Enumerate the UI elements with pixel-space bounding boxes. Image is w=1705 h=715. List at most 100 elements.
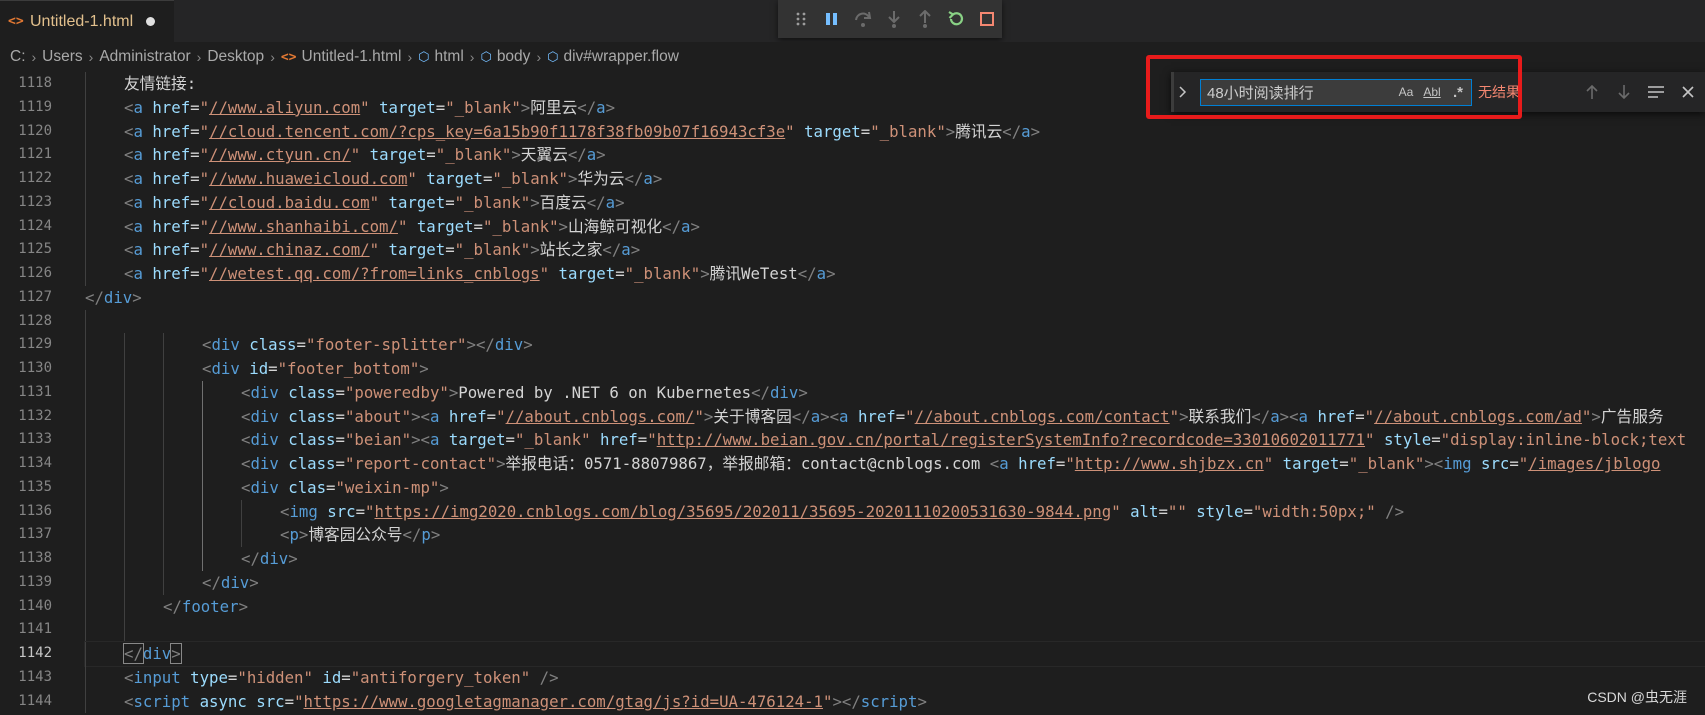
indent-guide bbox=[241, 499, 242, 524]
indent-guide bbox=[163, 333, 164, 357]
code-token: a bbox=[810, 406, 821, 426]
line-number: 1136 bbox=[18, 502, 52, 519]
code-token: = bbox=[486, 406, 497, 426]
code-token: "report-contact" bbox=[344, 454, 497, 473]
breadcrumb-item-file[interactable]: <> Untitled-1.html bbox=[281, 48, 402, 66]
indent-guide bbox=[202, 547, 203, 571]
code-token: </ bbox=[624, 169, 644, 188]
code-content: </div> bbox=[123, 643, 182, 664]
code-line[interactable]: <a href="//www.huaweicloud.com" target="… bbox=[85, 167, 1705, 191]
step-into-icon[interactable] bbox=[879, 4, 910, 34]
code-line[interactable]: <script async src="https://www.googletag… bbox=[85, 689, 1705, 714]
code-line[interactable]: </footer> bbox=[85, 594, 1705, 619]
code-content: </div> bbox=[85, 288, 142, 307]
code-line[interactable] bbox=[85, 309, 1705, 334]
code-token: src bbox=[1481, 454, 1510, 473]
unsaved-dot-icon[interactable] bbox=[146, 17, 156, 26]
code-token: </ bbox=[797, 264, 817, 283]
code-token: " bbox=[199, 192, 210, 212]
code-line[interactable]: </div> bbox=[85, 547, 1705, 571]
code-token: target bbox=[1282, 454, 1340, 473]
code-line[interactable]: <a href="//www.chinaz.com/" target="_bla… bbox=[85, 238, 1705, 262]
pause-icon[interactable] bbox=[817, 4, 848, 34]
code-line[interactable]: <a href="//cloud.tencent.com/?cps_key=6a… bbox=[85, 119, 1705, 144]
breadcrumb-item-c[interactable]: C: bbox=[10, 48, 26, 66]
indent-guide bbox=[85, 570, 86, 595]
code-token: div bbox=[250, 382, 279, 402]
restart-icon[interactable] bbox=[940, 4, 971, 34]
code-editor[interactable]: 1118 1119 1120 1121 1122 1123 1124 1125 1126 1127… bbox=[0, 72, 1705, 715]
code-line[interactable]: <p>博客园公众号</p> bbox=[85, 523, 1705, 547]
code-area[interactable]: 友情链接: <a href="//www.aliyun.com" target="… bbox=[84, 72, 1705, 714]
previous-match-arrow-up-icon[interactable] bbox=[1576, 77, 1608, 107]
code-token: div bbox=[259, 549, 289, 568]
code-line[interactable]: </div> bbox=[84, 641, 1705, 667]
code-line[interactable] bbox=[85, 618, 1705, 642]
indent-guide bbox=[85, 618, 86, 642]
code-line[interactable]: <div class="beian"><a target="_blank" hr… bbox=[85, 428, 1705, 452]
code-line[interactable]: <div class="about"><a href="//about.cnbl… bbox=[85, 404, 1705, 429]
code-line[interactable]: <a href="//wetest.qq.com/?from=links_cnb… bbox=[85, 262, 1705, 286]
code-line[interactable]: <div id="footer_bottom"> bbox=[85, 357, 1705, 381]
code-token: //cloud.baidu.com bbox=[209, 192, 370, 212]
breadcrumb-item-administrator[interactable]: Administrator bbox=[99, 48, 190, 66]
code-token: img bbox=[1443, 454, 1472, 473]
step-over-icon[interactable] bbox=[848, 4, 879, 34]
code-token: > bbox=[238, 596, 249, 616]
code-token: " bbox=[199, 97, 210, 117]
breadcrumb-item-desktop[interactable]: Desktop bbox=[207, 48, 264, 66]
find-in-selection-icon[interactable] bbox=[1640, 77, 1672, 107]
code-token: target bbox=[388, 192, 446, 212]
code-token: = bbox=[190, 121, 200, 141]
breadcrumb-item-body[interactable]: ⬡ body bbox=[480, 48, 530, 66]
code-line[interactable]: </div> bbox=[85, 570, 1705, 595]
indent-guide bbox=[85, 119, 86, 144]
code-line[interactable]: <a href="//www.shanhaibi.com/" target="_… bbox=[85, 214, 1705, 239]
code-line[interactable]: </div> bbox=[85, 286, 1705, 310]
code-token: target bbox=[558, 264, 616, 283]
code-line[interactable]: <a href="//www.ctyun.cn/" target="_blank… bbox=[85, 143, 1705, 167]
next-match-arrow-down-icon[interactable] bbox=[1608, 77, 1640, 107]
stop-icon[interactable] bbox=[971, 4, 1002, 34]
code-token: > bbox=[448, 382, 459, 402]
code-line[interactable]: <div class="footer-splitter"></div> bbox=[85, 333, 1705, 357]
code-token: a bbox=[133, 264, 143, 283]
breadcrumb-item-wrapper[interactable]: ⬡ div#wrapper.flow bbox=[547, 48, 679, 66]
code-token: id bbox=[322, 667, 342, 687]
code-token: href bbox=[152, 169, 191, 188]
drag-handle-icon[interactable] bbox=[786, 4, 817, 34]
indent-guide bbox=[163, 499, 164, 524]
code-token: "" bbox=[1167, 501, 1187, 521]
code-line[interactable]: <div class="report-contact">举报电话：0571-88… bbox=[85, 452, 1705, 476]
code-token: = bbox=[1339, 454, 1349, 473]
indent-guide bbox=[124, 475, 125, 500]
code-token: div bbox=[211, 359, 240, 378]
editor-tab[interactable]: <> Untitled-1.html bbox=[0, 0, 174, 42]
html-file-icon: <> bbox=[280, 49, 297, 65]
indent-guide bbox=[124, 380, 125, 405]
code-token: a bbox=[133, 192, 143, 212]
close-icon[interactable] bbox=[1672, 77, 1704, 107]
breadcrumb-item-users[interactable]: Users bbox=[42, 48, 82, 66]
code-token: > bbox=[511, 145, 521, 165]
code-content: <div class="footer-splitter"></div> bbox=[202, 335, 533, 354]
step-out-icon[interactable] bbox=[909, 4, 940, 34]
line-number: 1120 bbox=[18, 122, 52, 139]
code-line[interactable]: <div clas="weixin-mp"> bbox=[85, 475, 1705, 500]
code-content: </footer> bbox=[163, 597, 248, 616]
code-line[interactable]: <a href="//cloud.baidu.com" target="_bla… bbox=[85, 190, 1705, 215]
indent-guide bbox=[124, 333, 125, 357]
code-token: href bbox=[152, 97, 191, 117]
code-line[interactable]: <input type="hidden" id="antiforgery_tok… bbox=[85, 665, 1705, 690]
breadcrumb-item-html[interactable]: ⬡ html bbox=[418, 48, 464, 66]
code-line[interactable]: <div class="poweredby">Powered by .NET 6… bbox=[85, 380, 1705, 405]
code-token: " bbox=[294, 691, 304, 711]
code-token: "beian" bbox=[344, 430, 412, 450]
code-line[interactable]: <img src="https://img2020.cnblogs.com/bl… bbox=[85, 499, 1705, 524]
indent-guide bbox=[85, 72, 86, 96]
